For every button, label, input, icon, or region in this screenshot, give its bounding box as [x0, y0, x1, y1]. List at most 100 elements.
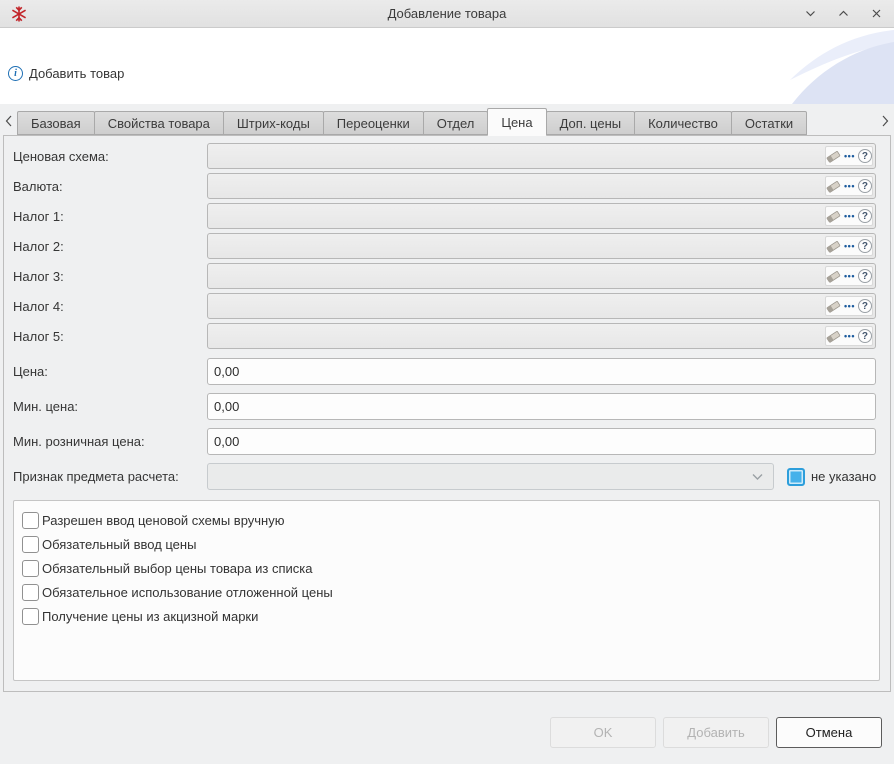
option-row-0: Разрешен ввод ценовой схемы вручную	[22, 508, 871, 532]
lookup-rows: Ценовая схема:•••?Валюта:•••?Налог 1:•••…	[4, 143, 890, 349]
calc-subject-combobox[interactable]	[207, 463, 774, 490]
tab-bar-tabs: БазоваяСвойства товараШтрих-кодыПереоцен…	[18, 108, 807, 135]
option-label: Обязательный выбор цены товара из списка	[42, 561, 312, 576]
option-checkbox[interactable]	[22, 560, 39, 577]
lookup-row-3: Налог 2: •••?	[13, 233, 876, 259]
field-label: Налог 5:	[13, 329, 207, 344]
tab-scroll-right-icon[interactable]	[879, 114, 891, 128]
field-label: Признак предмета расчета:	[13, 469, 207, 484]
browse-ellipsis-icon[interactable]: •••	[844, 152, 855, 161]
dialog-header-title: Добавить товар	[29, 66, 124, 81]
clear-eraser-icon[interactable]	[826, 210, 841, 223]
ok-button: OK	[550, 717, 656, 748]
price-input[interactable]	[207, 428, 876, 455]
option-label: Обязательный ввод цены	[42, 537, 196, 552]
minimize-button[interactable]	[802, 6, 818, 22]
lookup-field[interactable]: •••?	[207, 173, 876, 199]
lookup-field-actions: •••?	[825, 266, 873, 286]
help-icon[interactable]: ?	[858, 299, 872, 313]
help-icon[interactable]: ?	[858, 269, 872, 283]
tab-5-active[interactable]: Цена	[487, 108, 546, 136]
option-label: Обязательное использование отложенной це…	[42, 585, 333, 600]
clear-eraser-icon[interactable]	[826, 150, 841, 163]
tab-7[interactable]: Количество	[634, 111, 732, 135]
dialog-header: i Добавить товар	[0, 28, 894, 104]
help-icon[interactable]: ?	[858, 209, 872, 223]
lookup-row-2: Налог 1: •••?	[13, 203, 876, 229]
maximize-button[interactable]	[835, 6, 851, 22]
lookup-field[interactable]: •••?	[207, 293, 876, 319]
price-row-2: Мин. розничная цена:	[13, 428, 876, 455]
tab-3[interactable]: Переоценки	[323, 111, 424, 135]
option-checkbox[interactable]	[22, 536, 39, 553]
lookup-field[interactable]: •••?	[207, 323, 876, 349]
clear-eraser-icon[interactable]	[826, 180, 841, 193]
lookup-field[interactable]: •••?	[207, 263, 876, 289]
option-checkbox[interactable]	[22, 584, 39, 601]
price-options-group: Разрешен ввод ценовой схемы вручную Обяза…	[13, 500, 880, 681]
option-checkbox[interactable]	[22, 608, 39, 625]
close-button[interactable]	[868, 6, 884, 22]
help-icon[interactable]: ?	[858, 179, 872, 193]
lookup-field-actions: •••?	[825, 326, 873, 346]
lookup-row-5: Налог 4:•••?	[13, 293, 876, 319]
field-label: Мин. розничная цена:	[13, 434, 207, 449]
help-icon[interactable]: ?	[858, 149, 872, 163]
lookup-field-actions: •••?	[825, 176, 873, 196]
browse-ellipsis-icon[interactable]: •••	[844, 302, 855, 311]
lookup-field-actions: •••?	[825, 206, 873, 226]
lookup-row-1: Валюта: •••?	[13, 173, 876, 199]
price-input[interactable]	[207, 393, 876, 420]
tab-6[interactable]: Доп. цены	[546, 111, 636, 135]
cancel-button[interactable]: Отмена	[776, 717, 882, 748]
browse-ellipsis-icon[interactable]: •••	[844, 272, 855, 281]
field-label: Валюта:	[13, 179, 207, 194]
title-bar: Добавление товара	[0, 0, 894, 28]
field-label: Налог 2:	[13, 239, 207, 254]
option-checkbox[interactable]	[22, 512, 39, 529]
option-label: Получение цены из акцизной марки	[42, 609, 258, 624]
clear-eraser-icon[interactable]	[826, 300, 841, 313]
field-label: Мин. цена:	[13, 399, 207, 414]
window-title: Добавление товара	[0, 6, 894, 21]
tab-bar: БазоваяСвойства товараШтрих-кодыПереоцен…	[0, 104, 894, 135]
lookup-field-actions: •••?	[825, 236, 873, 256]
tab-1[interactable]: Свойства товара	[94, 111, 224, 135]
tab-2[interactable]: Штрих-коды	[223, 111, 324, 135]
field-label: Цена:	[13, 364, 207, 379]
lookup-field[interactable]: •••?	[207, 233, 876, 259]
tab-8[interactable]: Остатки	[731, 111, 807, 135]
calc-subject-row: Признак предмета расчета: не указано	[13, 463, 876, 490]
option-row-1: Обязательный ввод цены	[22, 532, 871, 556]
lookup-field[interactable]: •••?	[207, 143, 876, 169]
browse-ellipsis-icon[interactable]: •••	[844, 332, 855, 341]
price-row-1: Мин. цена:	[13, 393, 876, 420]
price-input[interactable]	[207, 358, 876, 385]
option-row-2: Обязательный выбор цены товара из списка	[22, 556, 871, 580]
button-bar: OKДобавитьОтмена	[0, 692, 894, 764]
help-icon[interactable]: ?	[858, 329, 872, 343]
lookup-field[interactable]: •••?	[207, 203, 876, 229]
browse-ellipsis-icon[interactable]: •••	[844, 242, 855, 251]
field-label: Налог 3:	[13, 269, 207, 284]
tab-0[interactable]: Базовая	[17, 111, 95, 135]
lookup-row-0: Ценовая схема:•••?	[13, 143, 876, 169]
clear-eraser-icon[interactable]	[826, 240, 841, 253]
help-icon[interactable]: ?	[858, 239, 872, 253]
app-logo-icon	[10, 5, 28, 23]
header-decoration	[714, 28, 894, 104]
not-specified-checkbox[interactable]	[787, 468, 805, 486]
option-row-3: Обязательное использование отложенной це…	[22, 580, 871, 604]
price-rows: Цена: Мин. цена: Мин. розничная цена:	[4, 358, 890, 455]
clear-eraser-icon[interactable]	[826, 270, 841, 283]
chevron-down-icon	[751, 472, 764, 482]
clear-eraser-icon[interactable]	[826, 330, 841, 343]
tab-4[interactable]: Отдел	[423, 111, 489, 135]
field-label: Налог 1:	[13, 209, 207, 224]
tab-scroll-left-icon[interactable]	[3, 114, 15, 128]
browse-ellipsis-icon[interactable]: •••	[844, 212, 855, 221]
price-tab-panel: Ценовая схема:•••?Валюта:•••?Налог 1:•••…	[3, 135, 891, 692]
price-row-0: Цена:	[13, 358, 876, 385]
browse-ellipsis-icon[interactable]: •••	[844, 182, 855, 191]
field-label: Налог 4:	[13, 299, 207, 314]
